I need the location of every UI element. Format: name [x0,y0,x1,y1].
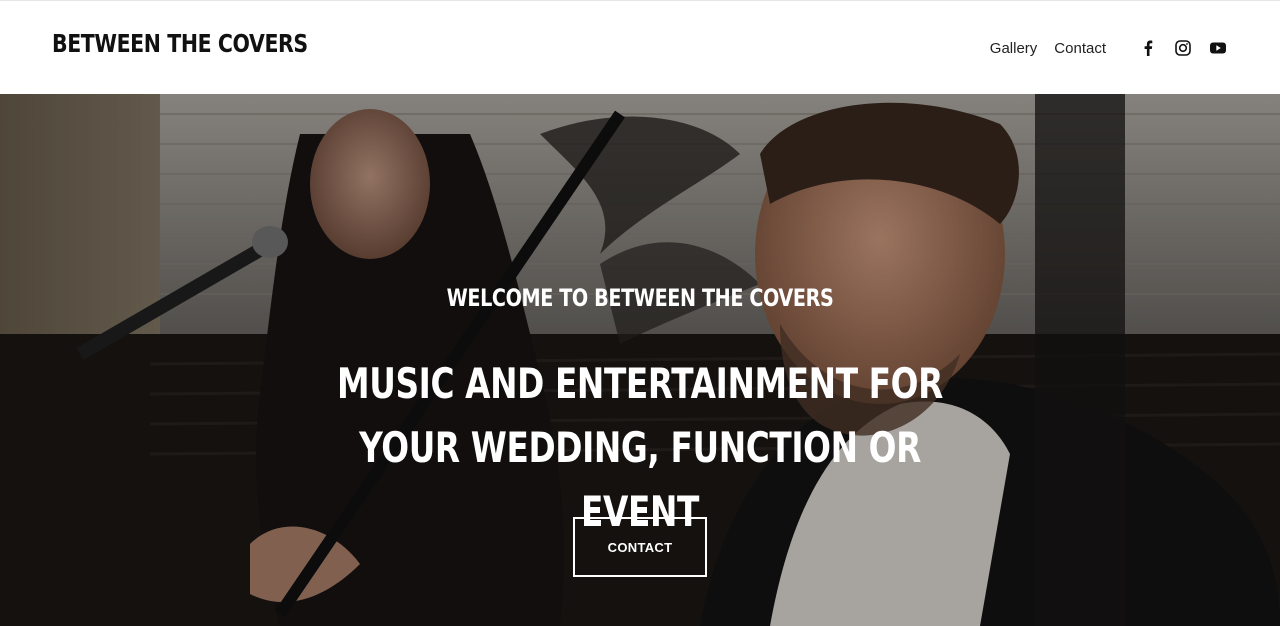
youtube-icon[interactable] [1208,38,1228,58]
main-nav: Gallery Contact [990,38,1228,58]
site-logo[interactable]: BETWEEN THE COVERS [52,29,308,58]
nav-gallery-link[interactable]: Gallery [990,40,1038,57]
facebook-icon[interactable] [1138,38,1158,58]
nav-contact-link[interactable]: Contact [1054,40,1106,57]
hero-kicker: WELCOME TO BETWEEN THE COVERS [446,284,834,312]
hero-content: WELCOME TO BETWEEN THE COVERS MUSIC AND … [0,94,1280,626]
contact-button[interactable]: CONTACT [573,517,707,577]
hero-headline: MUSIC AND ENTERTAINMENT FOR YOUR WEDDING… [337,359,943,536]
instagram-icon[interactable] [1173,38,1193,58]
hero-section: WELCOME TO BETWEEN THE COVERS MUSIC AND … [0,94,1280,626]
site-header: BETWEEN THE COVERS Gallery Contact [0,0,1280,94]
